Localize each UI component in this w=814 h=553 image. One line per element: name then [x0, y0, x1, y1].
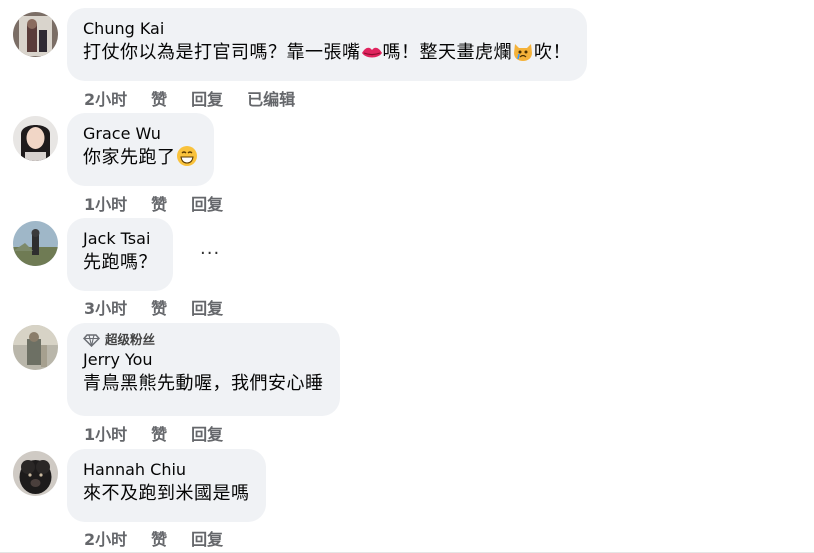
comment-bubble: Jack Tsai 先跑嗎？	[67, 218, 173, 291]
timestamp[interactable]: 1小时	[84, 191, 127, 215]
reply-button[interactable]: 回复	[191, 421, 223, 445]
more-icon[interactable]: ···	[200, 243, 220, 264]
timestamp[interactable]: 1小时	[84, 421, 127, 445]
like-button[interactable]: 赞	[151, 86, 167, 110]
comment-bubble: Grace Wu 你家先跑了	[67, 113, 214, 186]
diamond-icon	[83, 333, 100, 347]
comment-text-part: 嗎！整天畫虎爛	[382, 42, 512, 63]
comment-text-part: 打仗你以為是打官司嗎？靠一張嘴	[83, 42, 361, 63]
reply-button[interactable]: 回复	[191, 526, 223, 550]
commenter-name[interactable]: Jerry You	[83, 349, 324, 371]
like-button[interactable]: 赞	[151, 526, 167, 550]
reply-button[interactable]: 回复	[191, 191, 223, 215]
comment-actions: 2小时 赞 回复	[84, 526, 223, 550]
commenter-name[interactable]: Jack Tsai	[83, 228, 157, 250]
timestamp[interactable]: 3小时	[84, 295, 127, 319]
avatar[interactable]	[13, 325, 58, 370]
comment-actions: 2小时 赞 回复 已编辑	[84, 86, 295, 110]
grin-icon	[176, 146, 197, 166]
commenter-name[interactable]: Hannah Chiu	[83, 459, 250, 481]
comment-text: 來不及跑到米國是嗎	[83, 483, 250, 504]
top-fan-badge[interactable]: 超级粉丝	[83, 331, 324, 349]
avatar[interactable]	[13, 221, 58, 266]
edited-label[interactable]: 已编辑	[247, 86, 295, 110]
timestamp[interactable]: 2小时	[84, 86, 127, 110]
reply-button[interactable]: 回复	[191, 86, 223, 110]
comment-actions: 3小时 赞 回复	[84, 295, 223, 319]
comment-text: 打仗你以為是打官司嗎？靠一張嘴 嗎！整天畫虎爛 吹！	[83, 40, 571, 66]
timestamp[interactable]: 2小时	[84, 526, 127, 550]
comment-bubble: Hannah Chiu 來不及跑到米國是嗎	[67, 449, 266, 522]
commenter-name[interactable]: Grace Wu	[83, 123, 198, 145]
comment-text-part: 吹！	[534, 42, 571, 63]
comment-bubble: Chung Kai 打仗你以為是打官司嗎？靠一張嘴 嗎！整天畫虎爛 吹！	[67, 8, 587, 81]
lips-icon	[361, 47, 382, 58]
like-button[interactable]: 赞	[151, 421, 167, 445]
avatar[interactable]	[13, 451, 58, 496]
comment-text: 你家先跑了	[83, 145, 198, 171]
commenter-name[interactable]: Chung Kai	[83, 18, 571, 40]
comment-actions: 1小时 赞 回复	[84, 421, 223, 445]
comment-bubble: 超级粉丝 Jerry You 青鳥黑熊先動喔，我們安心睡	[67, 323, 340, 416]
badge-label: 超级粉丝	[105, 332, 156, 347]
comment-text-part: 你家先跑了	[83, 147, 176, 168]
cat-crying-icon	[514, 44, 532, 61]
reply-button[interactable]: 回复	[191, 295, 223, 319]
comment-actions: 1小时 赞 回复	[84, 191, 223, 215]
avatar[interactable]	[13, 12, 58, 57]
comment-text: 先跑嗎？	[83, 252, 157, 273]
like-button[interactable]: 赞	[151, 295, 167, 319]
like-button[interactable]: 赞	[151, 191, 167, 215]
comment-text: 青鳥黑熊先動喔，我們安心睡	[83, 373, 324, 394]
avatar[interactable]	[13, 116, 58, 161]
